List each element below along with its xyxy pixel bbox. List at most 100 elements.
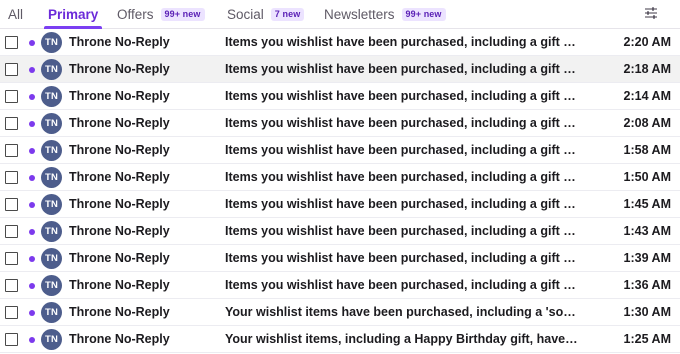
unread-dot [29,229,35,235]
received-time: 1:45 AM [623,197,671,211]
received-time: 2:08 AM [623,116,671,130]
unread-dot [29,256,35,262]
avatar: TN [41,167,62,188]
tab-label: Social [227,6,264,22]
row-checkbox[interactable] [5,144,18,157]
sender-name: Throne No-Reply [69,224,170,238]
avatar: TN [41,302,62,323]
subject-line: Your wishlist items, including a Happy B… [225,332,579,346]
message-row[interactable]: TN Throne No-Reply Items you wishlist ha… [0,83,680,110]
unread-dot [29,121,35,127]
avatar: TN [41,113,62,134]
tab-label: All [8,6,24,22]
subject-line: Items you wishlist have been purchased, … [225,116,579,130]
avatar: TN [41,221,62,242]
received-time: 2:20 AM [623,35,671,49]
received-time: 1:43 AM [623,224,671,238]
message-row[interactable]: TN Throne No-Reply Items you wishlist ha… [0,218,680,245]
row-checkbox[interactable] [5,36,18,49]
row-checkbox[interactable] [5,225,18,238]
unread-dot [29,337,35,343]
sender-name: Throne No-Reply [69,143,170,157]
message-row[interactable]: TN Throne No-Reply Your wishlist items, … [0,326,680,353]
row-checkbox[interactable] [5,252,18,265]
row-checkbox[interactable] [5,117,18,130]
avatar: TN [41,194,62,215]
row-checkbox[interactable] [5,333,18,346]
subject-line: Items you wishlist have been purchased, … [225,197,579,211]
row-checkbox[interactable] [5,279,18,292]
subject-line: Items you wishlist have been purchased, … [225,278,579,292]
tab-offers[interactable]: Offers 99+ new [117,0,205,29]
unread-dot [29,67,35,73]
received-time: 1:50 AM [623,170,671,184]
tab-all[interactable]: All [8,0,23,29]
tab-newsletters[interactable]: Newsletters 99+ new [324,0,446,29]
subject-line: Items you wishlist have been purchased, … [225,224,579,238]
avatar: TN [41,86,62,107]
row-checkbox[interactable] [5,63,18,76]
received-time: 1:58 AM [623,143,671,157]
avatar: TN [41,140,62,161]
sliders-icon[interactable] [644,6,658,20]
new-count-badge: 99+ new [160,8,205,21]
row-checkbox[interactable] [5,90,18,103]
avatar: TN [41,329,62,350]
tab-label: Primary [48,6,99,22]
row-checkbox[interactable] [5,171,18,184]
subject-line: Items you wishlist have been purchased, … [225,170,579,184]
sender-name: Throne No-Reply [69,62,170,76]
received-time: 1:39 AM [623,251,671,265]
subject-line: Items you wishlist have been purchased, … [225,143,579,157]
received-time: 2:18 AM [623,62,671,76]
unread-dot [29,283,35,289]
received-time: 1:36 AM [623,278,671,292]
message-row[interactable]: TN Throne No-Reply Items you wishlist ha… [0,110,680,137]
tab-social[interactable]: Social 7 new [227,0,305,29]
sender-name: Throne No-Reply [69,251,170,265]
sender-name: Throne No-Reply [69,332,170,346]
message-row[interactable]: TN Throne No-Reply Items you wishlist ha… [0,191,680,218]
avatar: TN [41,248,62,269]
message-row[interactable]: TN Throne No-Reply Items you wishlist ha… [0,245,680,272]
tab-bar: All Primary Offers 99+ new Social 7 new … [0,0,680,29]
sender-name: Throne No-Reply [69,89,170,103]
received-time: 1:30 AM [623,305,671,319]
avatar: TN [41,32,62,53]
message-list: TN Throne No-Reply Items you wishlist ha… [0,29,680,353]
message-row[interactable]: TN Throne No-Reply Items you wishlist ha… [0,29,680,56]
message-row[interactable]: TN Throne No-Reply Items you wishlist ha… [0,164,680,191]
sender-name: Throne No-Reply [69,197,170,211]
unread-dot [29,148,35,154]
subject-line: Items you wishlist have been purchased, … [225,35,579,49]
subject-line: Your wishlist items have been purchased,… [225,305,579,319]
subject-line: Items you wishlist have been purchased, … [225,89,579,103]
unread-dot [29,40,35,46]
avatar: TN [41,59,62,80]
sender-name: Throne No-Reply [69,35,170,49]
received-time: 1:25 AM [623,332,671,346]
tab-label: Newsletters [324,6,395,22]
new-count-badge: 7 new [270,8,305,21]
avatar: TN [41,275,62,296]
unread-dot [29,175,35,181]
new-count-badge: 99+ new [401,8,446,21]
message-row[interactable]: TN Throne No-Reply Items you wishlist ha… [0,56,680,83]
received-time: 2:14 AM [623,89,671,103]
unread-dot [29,202,35,208]
sender-name: Throne No-Reply [69,116,170,130]
sender-name: Throne No-Reply [69,278,170,292]
row-checkbox[interactable] [5,306,18,319]
unread-dot [29,94,35,100]
tab-label: Offers [117,6,154,22]
message-row[interactable]: TN Throne No-Reply Your wishlist items h… [0,299,680,326]
tab-primary[interactable]: Primary [44,0,103,29]
sender-name: Throne No-Reply [69,170,170,184]
sender-name: Throne No-Reply [69,305,170,319]
subject-line: Items you wishlist have been purchased, … [225,251,579,265]
row-checkbox[interactable] [5,198,18,211]
unread-dot [29,310,35,316]
message-row[interactable]: TN Throne No-Reply Items you wishlist ha… [0,272,680,299]
message-row[interactable]: TN Throne No-Reply Items you wishlist ha… [0,137,680,164]
subject-line: Items you wishlist have been purchased, … [225,62,579,76]
